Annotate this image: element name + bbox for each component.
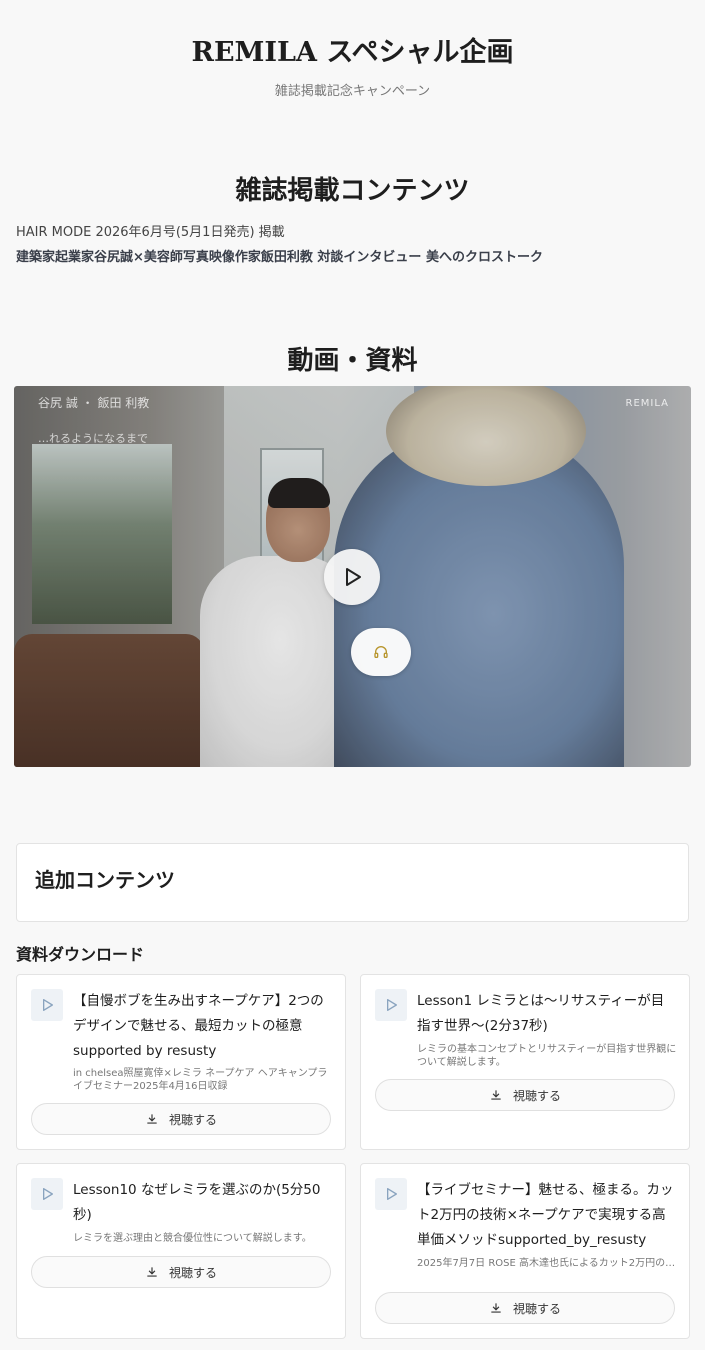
- video-player[interactable]: 谷尻 誠 ・ 飯田 利教 …れるようになるまで REMILA: [14, 386, 691, 767]
- card-description: 2025年7月7日 ROSE 高木達也氏によるカット2万円の技術「質感カット」×…: [417, 1258, 677, 1269]
- play-icon: [346, 568, 361, 586]
- card-title: 【自慢ボブを生み出すネープケア】2つのデザインで魅せる、最短カットの極意supp…: [73, 993, 324, 1059]
- download-icon: [147, 1267, 157, 1277]
- watch-button[interactable]: 視聴する: [375, 1292, 675, 1324]
- play-icon: [31, 1178, 63, 1210]
- download-icon: [491, 1090, 501, 1100]
- page-subtitle: 雑誌掲載記念キャンペーン: [274, 84, 431, 99]
- watch-button[interactable]: 視聴する: [375, 1079, 675, 1111]
- content-card[interactable]: 【ライブセミナー】魅せる、極まる。カット2万円の技術×ネープケアで実現する高単価…: [360, 1163, 690, 1339]
- additional-content-card: 追加コンテンツ: [16, 843, 689, 922]
- content-card[interactable]: Lesson10 なぜレミラを選ぶのか(5分50秒) レミラを選ぶ理由と競合優位…: [16, 1163, 346, 1339]
- card-description: レミラを選ぶ理由と競合優位性について解説します。: [73, 1233, 312, 1244]
- watch-button[interactable]: 視聴する: [31, 1103, 331, 1135]
- page-title: REMILA スペシャル企画: [191, 37, 514, 68]
- watch-button-label: 視聴する: [512, 1301, 561, 1316]
- download-icon: [147, 1114, 157, 1124]
- magazine-feature: 建築家起業家谷尻誠×美容師写真映像作家飯田利教 対談インタビュー 美へのクロスト…: [16, 250, 543, 265]
- magazine-heading: 雑誌掲載コンテンツ: [235, 176, 470, 206]
- play-icon: [375, 989, 407, 1021]
- card-description: レミラの基本コンセプトとリサスティーが目指す世界観について解説します。: [417, 1044, 677, 1068]
- play-button[interactable]: [324, 549, 380, 605]
- watch-button[interactable]: 視聴する: [31, 1256, 331, 1288]
- content-card[interactable]: 【自慢ボブを生み出すネープケア】2つのデザインで魅せる、最短カットの極意supp…: [16, 974, 346, 1150]
- card-title: Lesson1 レミラとは〜リサスティーが目指す世界〜(2分37秒): [417, 993, 665, 1034]
- video-caption-subtitle: …れるようになるまで: [38, 432, 148, 445]
- watch-button-label: 視聴する: [168, 1265, 217, 1280]
- downloads-heading: 資料ダウンロード: [16, 945, 145, 964]
- magazine-issue: HAIR MODE 2026年6月号(5月1日発売) 掲載: [16, 225, 285, 240]
- video-logo: REMILA: [625, 398, 669, 409]
- watch-button-label: 視聴する: [512, 1088, 561, 1103]
- video-caption-names: 谷尻 誠 ・ 飯田 利教: [38, 396, 150, 410]
- card-title: 【ライブセミナー】魅せる、極まる。カット2万円の技術×ネープケアで実現する高単価…: [417, 1182, 674, 1248]
- content-card[interactable]: Lesson1 レミラとは〜リサスティーが目指す世界〜(2分37秒) レミラの基…: [360, 974, 690, 1150]
- headphones-icon: [374, 646, 388, 658]
- card-title: Lesson10 なぜレミラを選ぶのか(5分50秒): [73, 1182, 321, 1223]
- card-description: in chelsea照屋寛倖×レミラ ネープケア ヘアキャンプライブセミナー20…: [73, 1068, 328, 1092]
- play-icon: [375, 1178, 407, 1210]
- play-icon: [31, 989, 63, 1021]
- media-heading: 動画・資料: [287, 346, 418, 376]
- additional-heading: 追加コンテンツ: [35, 868, 175, 892]
- download-icon: [491, 1303, 501, 1313]
- audio-button[interactable]: [351, 628, 411, 676]
- watch-button-label: 視聴する: [168, 1112, 217, 1127]
